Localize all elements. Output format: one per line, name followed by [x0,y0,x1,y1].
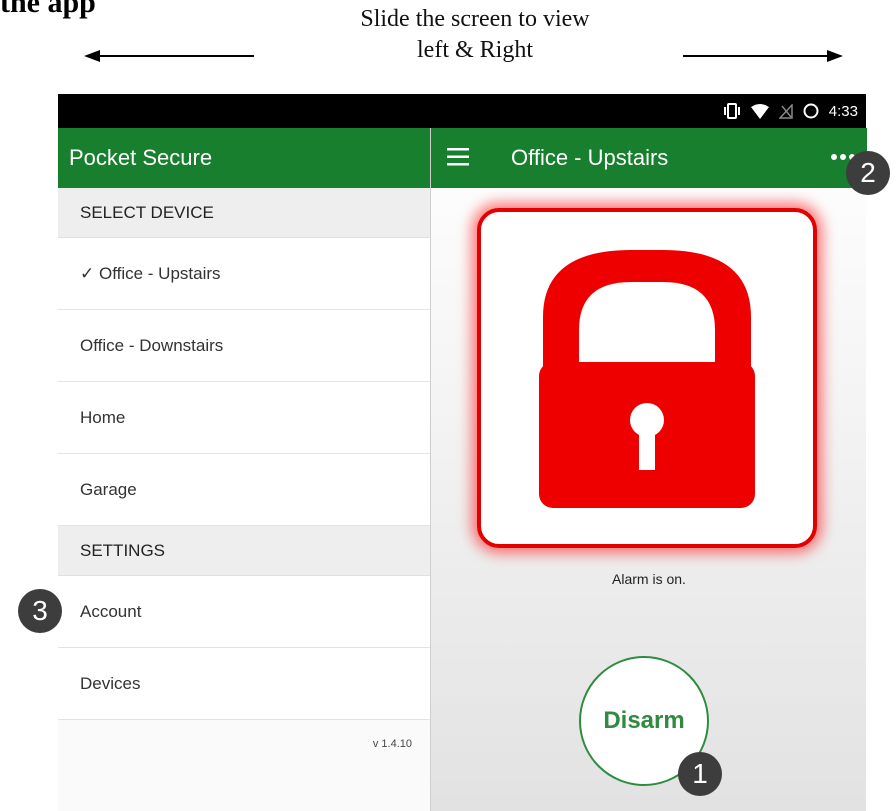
hamburger-menu-icon[interactable] [447,148,469,166]
slide-instruction-line1: Slide the screen to view [360,6,590,32]
slide-instruction: Slide the screen to view left & Right [300,4,650,66]
arrow-left-icon [84,50,254,62]
wifi-icon [750,103,769,119]
device-item-office-upstairs[interactable]: ✓ Office - Upstairs [58,238,430,310]
status-time: 4:33 [828,102,858,120]
app-version: v 1.4.10 [372,738,412,750]
device-title: Office - Upstairs [511,145,669,170]
app-bar: Office - Upstairs [431,128,867,188]
alarm-status-text: Alarm is on. [612,571,686,587]
device-item-home[interactable]: Home [58,382,430,454]
arrow-right-icon [683,50,843,62]
drawer-app-name: Pocket Secure [58,128,430,188]
status-bar: 4:33 [58,94,866,128]
lock-status-card [477,208,817,548]
device-item-office-downstairs[interactable]: Office - Downstairs [58,310,430,382]
settings-item-account[interactable]: Account [58,576,430,648]
settings-item-devices[interactable]: Devices [58,648,430,720]
document-heading: the app [0,0,96,19]
slide-instruction-line2: left & Right [417,37,533,63]
select-device-header: SELECT DEVICE [58,188,430,238]
no-signal-icon [778,103,793,119]
vibrate-icon [723,103,740,119]
padlock-icon [539,250,755,508]
callout-badge-3: 3 [18,589,62,633]
settings-header: SETTINGS [58,526,430,576]
device-item-garage[interactable]: Garage [58,454,430,526]
callout-badge-1: 1 [678,752,722,796]
callout-badge-2: 2 [846,151,890,195]
navigation-drawer: Pocket Secure SELECT DEVICE ✓ Office - U… [58,128,430,811]
status-icons: 4:33 [723,94,858,128]
device-screen: Office - Upstairs Alarm is on. Disarm [430,128,867,811]
battery-icon [803,103,819,119]
